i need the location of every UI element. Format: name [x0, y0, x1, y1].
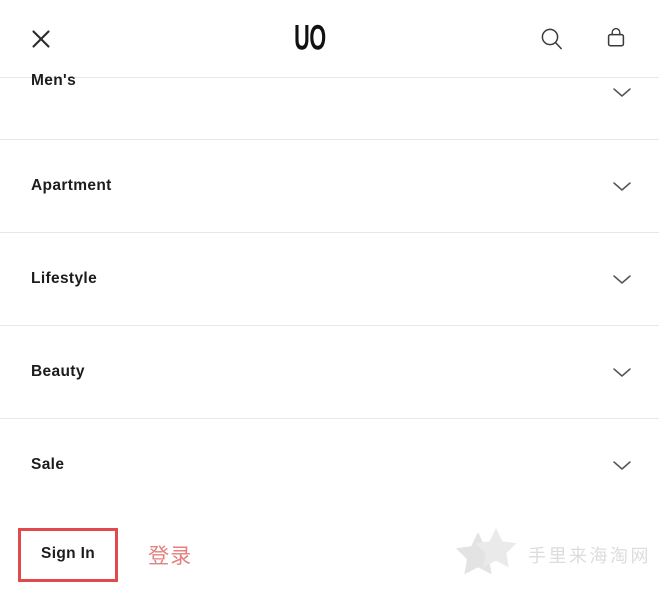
navigation-menu: Men's Apartment Lifestyle Beauty Sale: [0, 72, 659, 512]
chevron-down-icon[interactable]: [611, 273, 633, 285]
close-menu-button[interactable]: [26, 24, 56, 54]
shopping-bag-button[interactable]: [601, 24, 631, 54]
chevron-down-icon[interactable]: [611, 459, 633, 471]
account-bar: Sign In 登录: [0, 510, 659, 600]
chevron-down-icon[interactable]: [611, 180, 633, 192]
menu-row[interactable]: Lifestyle: [0, 233, 659, 326]
menu-row[interactable]: Men's: [0, 72, 659, 140]
header-right-group: [509, 24, 659, 54]
header-center-group: UO: [110, 21, 509, 56]
search-button[interactable]: [537, 24, 567, 54]
menu-item-label: Beauty: [31, 363, 85, 380]
menu-item-label: Apartment: [31, 177, 112, 194]
signin-group: Sign In 登录: [18, 528, 192, 582]
chevron-down-icon[interactable]: [611, 366, 633, 378]
menu-item-label: Lifestyle: [31, 270, 98, 287]
menu-row[interactable]: Apartment: [0, 140, 659, 233]
chevron-down-icon[interactable]: [611, 86, 633, 98]
menu-row[interactable]: Beauty: [0, 326, 659, 419]
signin-highlight-annotation: Sign In: [18, 528, 119, 582]
app-header: UO: [0, 0, 659, 78]
brand-logo[interactable]: UO: [294, 21, 326, 56]
signin-translation-annotation: 登录: [148, 544, 193, 568]
search-icon: [541, 28, 562, 49]
shopping-bag-icon: [607, 27, 625, 47]
close-icon: [32, 29, 50, 48]
menu-item-label: Men's: [31, 72, 77, 89]
menu-row[interactable]: Sale: [0, 419, 659, 512]
header-left-group: [0, 24, 110, 54]
menu-item-label: Sale: [31, 456, 65, 473]
signin-button[interactable]: Sign In: [41, 545, 95, 563]
